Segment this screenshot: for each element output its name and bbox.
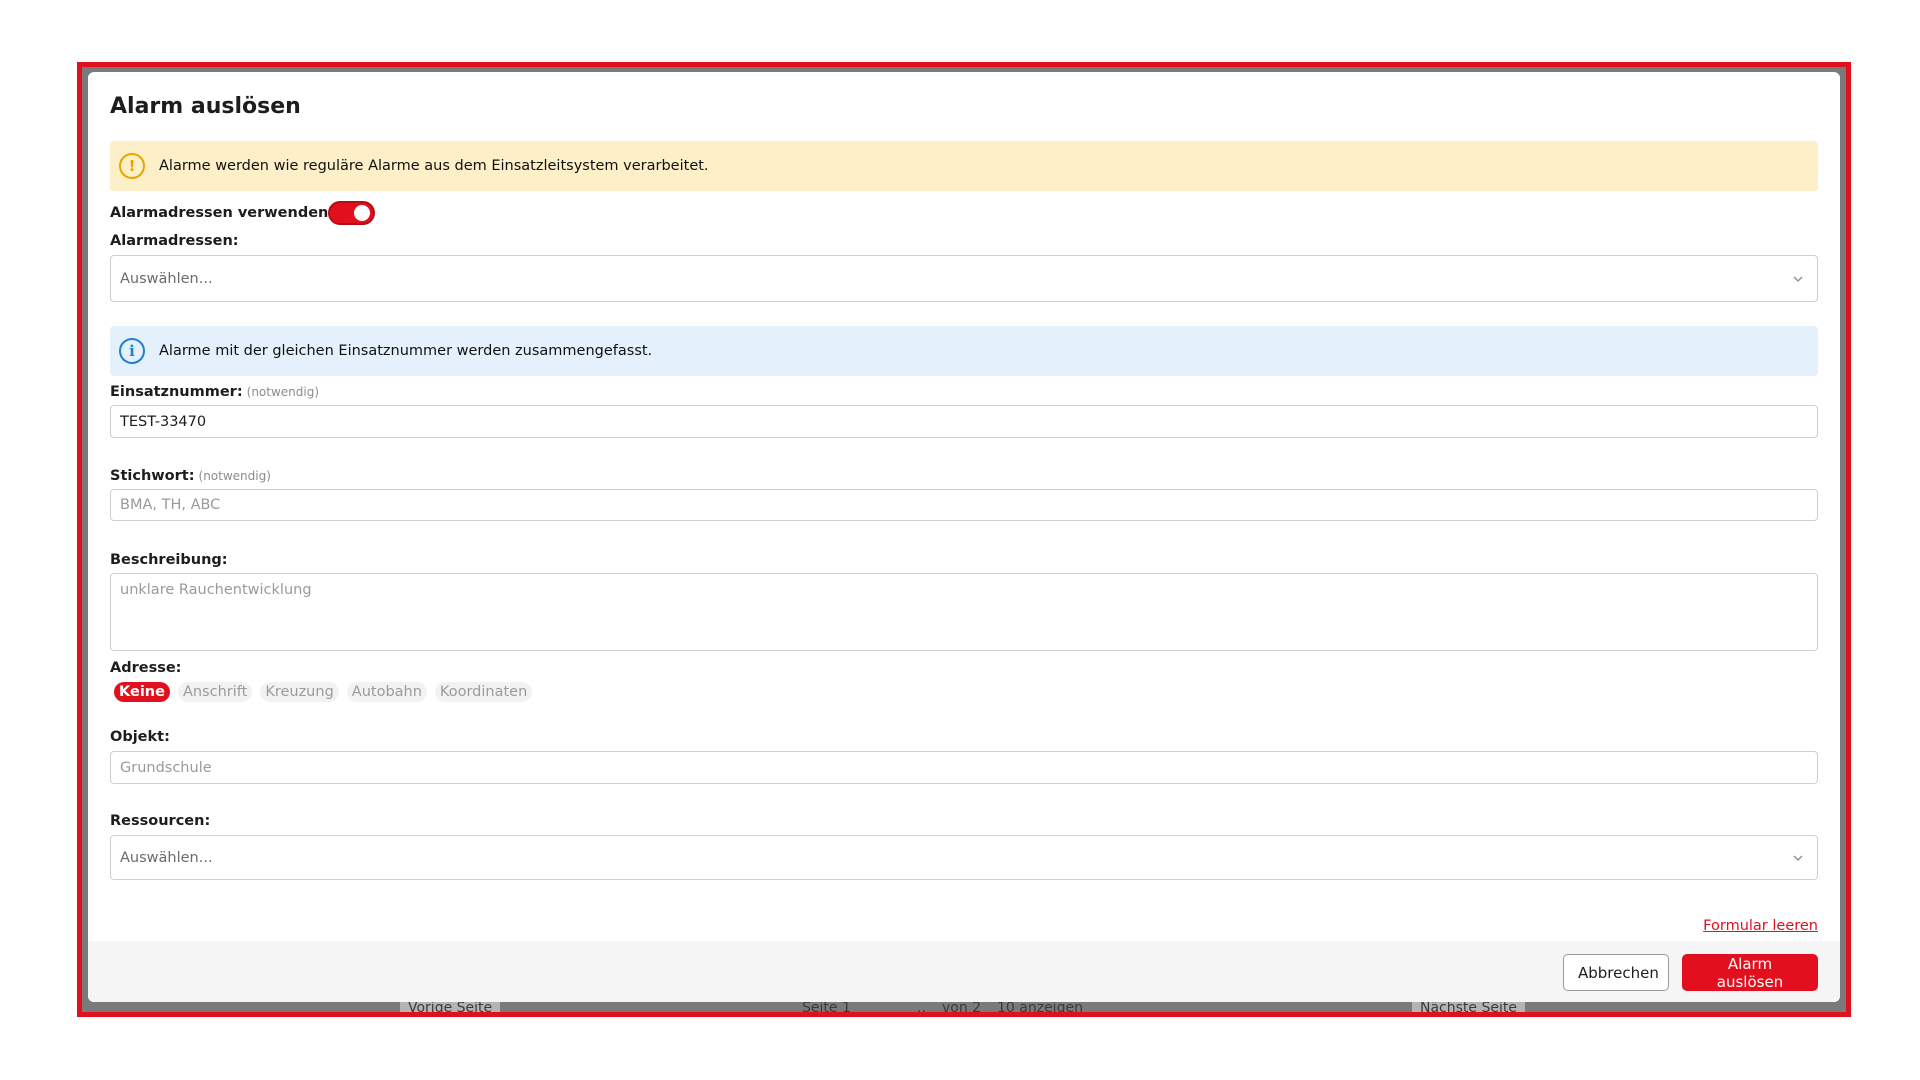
address-option-koordinaten[interactable]: Koordinaten bbox=[434, 682, 533, 702]
description-label: Beschreibung: bbox=[110, 552, 228, 568]
address-option-keine[interactable]: Keine bbox=[114, 682, 170, 702]
resources-placeholder: Auswählen... bbox=[120, 849, 213, 866]
trigger-alarm-dialog: Alarm auslösen ! Alarme werden wie regul… bbox=[88, 72, 1840, 1002]
keyword-label: Stichwort: (notwendig) bbox=[110, 468, 271, 484]
info-alert: i Alarme mit der gleichen Einsatznummer … bbox=[110, 326, 1818, 376]
object-input[interactable] bbox=[110, 751, 1818, 784]
clear-form-link[interactable]: Formular leeren bbox=[1703, 918, 1818, 934]
chevron-down-icon bbox=[1793, 855, 1803, 861]
cancel-button[interactable]: Abbrechen bbox=[1563, 954, 1669, 991]
required-hint: (notwendig) bbox=[246, 385, 320, 399]
address-label: Adresse: bbox=[110, 660, 182, 676]
alarm-addresses-select[interactable]: Auswählen... bbox=[110, 255, 1818, 302]
address-option-kreuzung[interactable]: Kreuzung bbox=[260, 682, 339, 702]
warning-alert: ! Alarme werden wie reguläre Alarme aus … bbox=[110, 141, 1818, 191]
prev-page-button: Vorige Seite bbox=[400, 1000, 501, 1012]
object-label: Objekt: bbox=[110, 729, 170, 745]
trigger-alarm-button[interactable]: Alarm auslösen bbox=[1682, 954, 1818, 991]
description-textarea[interactable] bbox=[110, 573, 1818, 651]
incident-number-input[interactable] bbox=[110, 405, 1818, 438]
resources-select[interactable]: Auswählen... bbox=[110, 835, 1818, 880]
page-label: Seite 1 bbox=[802, 1000, 851, 1016]
page-separator: .. bbox=[917, 1000, 926, 1016]
dialog-title: Alarm auslösen bbox=[110, 94, 301, 119]
warning-text: Alarme werden wie reguläre Alarme aus de… bbox=[159, 158, 709, 174]
alarm-addresses-label: Alarmadressen: bbox=[110, 233, 239, 249]
warning-icon: ! bbox=[119, 153, 145, 179]
next-page-button: Nächste Seite bbox=[1412, 1000, 1525, 1012]
toggle-knob bbox=[354, 205, 370, 221]
page-size-select: 10 anzeigen bbox=[997, 1000, 1083, 1016]
keyword-input[interactable] bbox=[110, 489, 1818, 521]
use-addresses-label: Alarmadressen verwenden: bbox=[110, 205, 335, 221]
required-hint: (notwendig) bbox=[198, 469, 271, 483]
incident-number-label: Einsatznummer: (notwendig) bbox=[110, 384, 320, 400]
address-option-anschrift[interactable]: Anschrift bbox=[177, 682, 253, 702]
info-icon: i bbox=[119, 338, 145, 364]
alarm-addresses-placeholder: Auswählen... bbox=[120, 270, 213, 287]
page-count: von 2 bbox=[942, 1000, 982, 1016]
resources-label: Ressourcen: bbox=[110, 813, 211, 829]
address-type-selector: Keine Anschrift Kreuzung Autobahn Koordi… bbox=[114, 682, 533, 702]
chevron-down-icon bbox=[1793, 276, 1803, 282]
dialog-footer: Abbrechen Alarm auslösen bbox=[88, 941, 1840, 1002]
screenshot-frame: Vorige Seite Seite 1 .. von 2 10 anzeige… bbox=[77, 62, 1851, 1017]
info-text: Alarme mit der gleichen Einsatznummer we… bbox=[159, 343, 653, 359]
address-option-autobahn[interactable]: Autobahn bbox=[346, 682, 427, 702]
use-addresses-toggle[interactable] bbox=[328, 201, 375, 225]
